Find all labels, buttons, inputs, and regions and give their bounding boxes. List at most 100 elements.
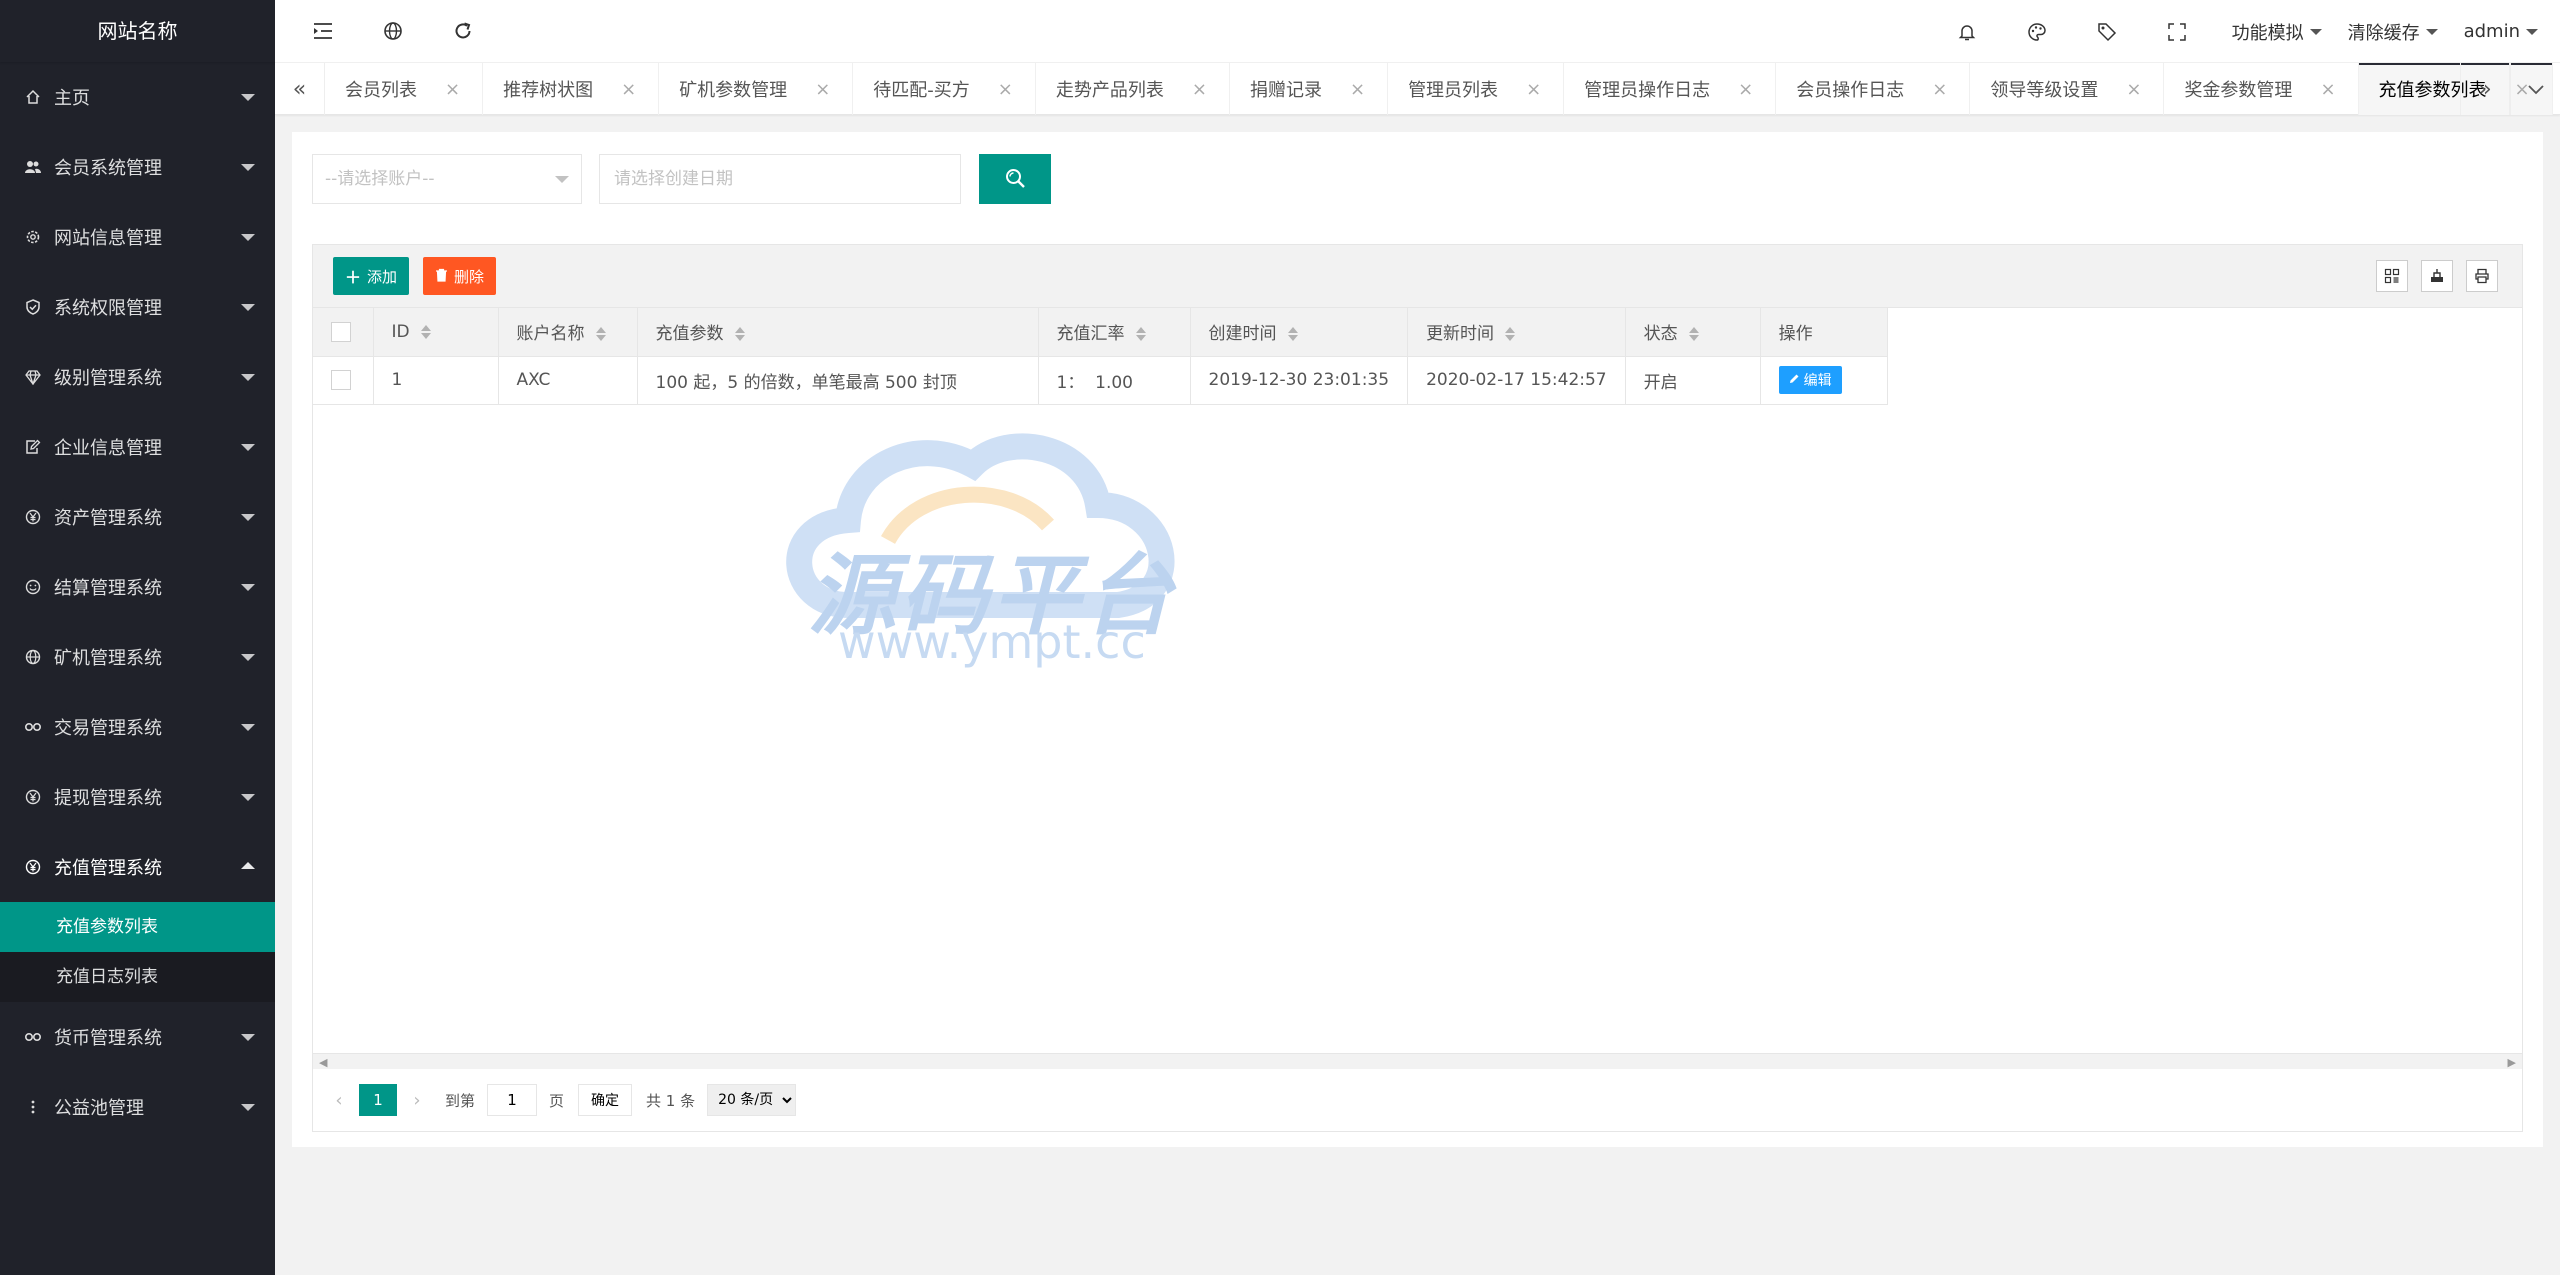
sidebar-item-members[interactable]: 会员系统管理 [0,132,275,202]
tab-item[interactable]: 领导等级设置 × [1970,63,2165,115]
globe-icon[interactable] [380,18,406,44]
func-sim-menu[interactable]: 功能模拟 [2212,0,2342,63]
close-icon[interactable]: × [998,79,1013,100]
close-icon[interactable]: × [1350,79,1365,100]
col-header-updated[interactable]: 更新时间 [1407,308,1626,357]
sort-icon[interactable] [420,324,432,340]
sidebar-item-recharge[interactable]: 充值管理系统 [0,832,275,902]
close-icon[interactable]: × [815,79,830,100]
tab-item[interactable]: 奖金参数管理 × [2164,63,2359,115]
sort-icon[interactable] [734,326,746,342]
close-icon[interactable]: × [2126,79,2141,100]
tab-item[interactable]: 推荐树状图 × [483,63,660,115]
export-icon[interactable] [2421,260,2453,292]
sidebar-item-site-info[interactable]: 网站信息管理 [0,202,275,272]
watermark-url: www.ympt.cc [838,615,1146,669]
sort-icon[interactable] [595,326,607,342]
tab-item[interactable]: 会员列表 × [325,63,484,115]
scroll-left-icon[interactable]: ◀ [319,1056,327,1069]
goto-page-input[interactable] [487,1084,538,1116]
close-icon[interactable]: × [1932,79,1947,100]
chevron-up-icon [241,862,255,869]
created-date-input[interactable] [599,154,961,204]
bell-icon[interactable] [1932,0,2002,63]
col-header-status[interactable]: 状态 [1625,308,1761,357]
refresh-icon[interactable] [450,18,476,44]
tab-item[interactable]: 待匹配-买方 × [853,63,1036,115]
sidebar-item-withdraw[interactable]: 提现管理系统 [0,762,275,832]
sort-icon[interactable] [1135,326,1147,342]
close-icon[interactable]: × [1526,79,1541,100]
tab-label: 会员操作日志 [1796,80,1905,101]
fullscreen-icon[interactable] [2142,0,2212,63]
select-all-checkbox[interactable] [331,321,351,342]
add-button[interactable]: ＋ 添加 [333,257,410,295]
sidebar-item-settlement[interactable]: 结算管理系统 [0,552,275,622]
close-icon[interactable]: × [621,79,636,100]
edit-button-label: 编辑 [1803,373,1832,389]
columns-filter-icon[interactable] [2376,260,2408,292]
tab-item[interactable]: 走势产品列表 × [1036,63,1230,115]
page-1-button[interactable]: 1 [359,1084,397,1116]
account-select[interactable]: --请选择账户-- [312,154,582,204]
tab-item[interactable]: 矿机参数管理 × [659,63,854,115]
tab-item[interactable]: 管理员操作日志 × [1564,63,1777,115]
search-button[interactable] [979,154,1051,204]
sort-icon[interactable] [1287,326,1299,342]
close-icon[interactable]: × [1192,79,1207,100]
sidebar-item-label: 公益池管理 [54,1098,144,1119]
tab-item[interactable]: 管理员列表 × [1388,63,1565,115]
sidebar-item-trading[interactable]: 交易管理系统 [0,692,275,762]
user-menu[interactable]: admin [2458,0,2560,63]
row-checkbox[interactable] [331,370,351,390]
next-page-icon[interactable]: › [403,1090,431,1111]
goto-confirm-button[interactable]: 确定 [578,1084,633,1116]
print-icon[interactable] [2466,260,2498,292]
horizontal-scrollbar[interactable]: ◀ ▶ [313,1053,2522,1069]
close-icon[interactable]: × [1738,79,1753,100]
delete-button[interactable]: 删除 [423,257,497,295]
link-icon [24,1028,42,1046]
tabs-dropdown-icon[interactable] [2510,63,2560,115]
gear-icon [24,228,42,246]
clear-cache-menu[interactable]: 清除缓存 [2342,0,2458,63]
sidebar-subitem-recharge-params[interactable]: 充值参数列表 [0,902,275,952]
tabs-scroll-left-icon[interactable]: « [275,63,325,115]
close-icon[interactable]: × [2320,79,2335,100]
sort-icon[interactable] [1504,326,1516,342]
sidebar-item-label: 企业信息管理 [54,438,162,459]
cell-updated: 2020-02-17 15:42:57 [1407,356,1626,405]
table-row: 1 AXC 100 起，5 的倍数，单笔最高 500 封顶 1： 1.00 20… [313,356,1888,405]
menu-toggle-icon[interactable] [310,18,336,44]
col-header-rate[interactable]: 充值汇率 [1038,308,1191,357]
chevron-down-icon [2526,28,2538,35]
sidebar-item-home[interactable]: 主页 [0,62,275,132]
sidebar-item-company[interactable]: 企业信息管理 [0,412,275,482]
sidebar-item-assets[interactable]: 资产管理系统 [0,482,275,552]
sidebar-item-charity-pool[interactable]: 公益池管理 [0,1072,275,1142]
sidebar-item-levels[interactable]: 级别管理系统 [0,342,275,412]
row-select-cell [313,356,374,405]
tab-item[interactable]: 会员操作日志 × [1776,63,1971,115]
site-logo[interactable]: 网站名称 [0,0,275,62]
col-header-param[interactable]: 充值参数 [637,308,1039,357]
tag-icon[interactable] [2072,0,2142,63]
theme-palette-icon[interactable] [2002,0,2072,63]
col-header-account[interactable]: 账户名称 [498,308,638,357]
sidebar-item-miners[interactable]: 矿机管理系统 [0,622,275,692]
close-icon[interactable]: × [445,79,460,100]
sidebar-subitem-recharge-logs[interactable]: 充值日志列表 [0,952,275,1002]
prev-page-icon[interactable]: ‹ [325,1090,353,1111]
tab-item[interactable]: 捐赠记录 × [1230,63,1389,115]
col-header-id[interactable]: ID [373,308,499,357]
col-header-created[interactable]: 创建时间 [1190,308,1409,357]
tab-label: 奖金参数管理 [2184,80,2293,101]
sidebar-item-permissions[interactable]: 系统权限管理 [0,272,275,342]
page-size-select[interactable]: 20 条/页 [707,1084,797,1116]
sidebar-item-currency[interactable]: 货币管理系统 [0,1002,275,1072]
edit-button[interactable]: 编辑 [1778,366,1842,394]
trash-icon [435,267,448,286]
sort-icon[interactable] [1688,326,1700,342]
tabs-scroll-right-icon[interactable]: » [2460,63,2510,115]
scroll-right-icon[interactable]: ▶ [2508,1056,2516,1069]
